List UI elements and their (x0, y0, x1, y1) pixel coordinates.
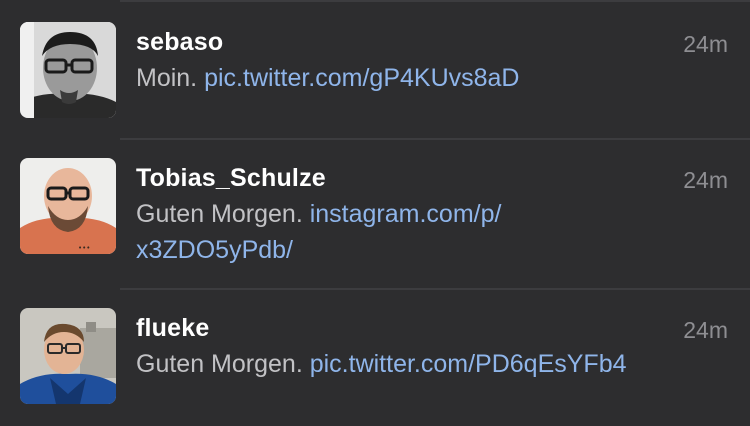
avatar[interactable] (20, 22, 116, 118)
tweet-text: Guten Morgen. pic.twitter.com/PD6qEsYFb4 (136, 346, 721, 382)
tweet-row[interactable]: flueke 24m Guten Morgen. pic.twitter.com… (0, 290, 750, 426)
tweet-text-plain: Moin. (136, 64, 198, 92)
tweet-link[interactable]: pic.twitter.com/PD6qEsYFb4 (310, 350, 627, 378)
tweet-text: Guten Morgen. instagram.com/p/ x3ZDO5yPd… (136, 196, 721, 268)
tweet-row[interactable]: sebaso 24m Moin. pic.twitter.com/gP4KUvs… (0, 0, 750, 140)
svg-text:•••: ••• (78, 244, 90, 252)
timestamp: 24m (683, 317, 728, 343)
tweet-row[interactable]: ••• Tobias_Schulze 24m Guten Morgen. ins… (0, 140, 750, 290)
tweet-text: Moin. pic.twitter.com/gP4KUvs8aD (136, 60, 721, 96)
avatar[interactable] (20, 308, 116, 404)
avatar-photo-flueke (20, 308, 116, 404)
timestamp: 24m (683, 31, 728, 57)
username[interactable]: flueke (136, 314, 209, 343)
avatar[interactable]: ••• (20, 158, 116, 254)
avatar-photo-tobias-schulze: ••• (20, 158, 116, 254)
username[interactable]: sebaso (136, 28, 223, 57)
tweet-text-plain: Guten Morgen. (136, 200, 303, 228)
tweet-text-plain: Guten Morgen. (136, 350, 303, 378)
avatar-photo-sebaso (20, 22, 116, 118)
timeline: sebaso 24m Moin. pic.twitter.com/gP4KUvs… (0, 0, 750, 426)
tweet-link[interactable]: pic.twitter.com/gP4KUvs8aD (204, 64, 519, 92)
username[interactable]: Tobias_Schulze (136, 164, 326, 193)
timestamp: 24m (683, 167, 728, 193)
